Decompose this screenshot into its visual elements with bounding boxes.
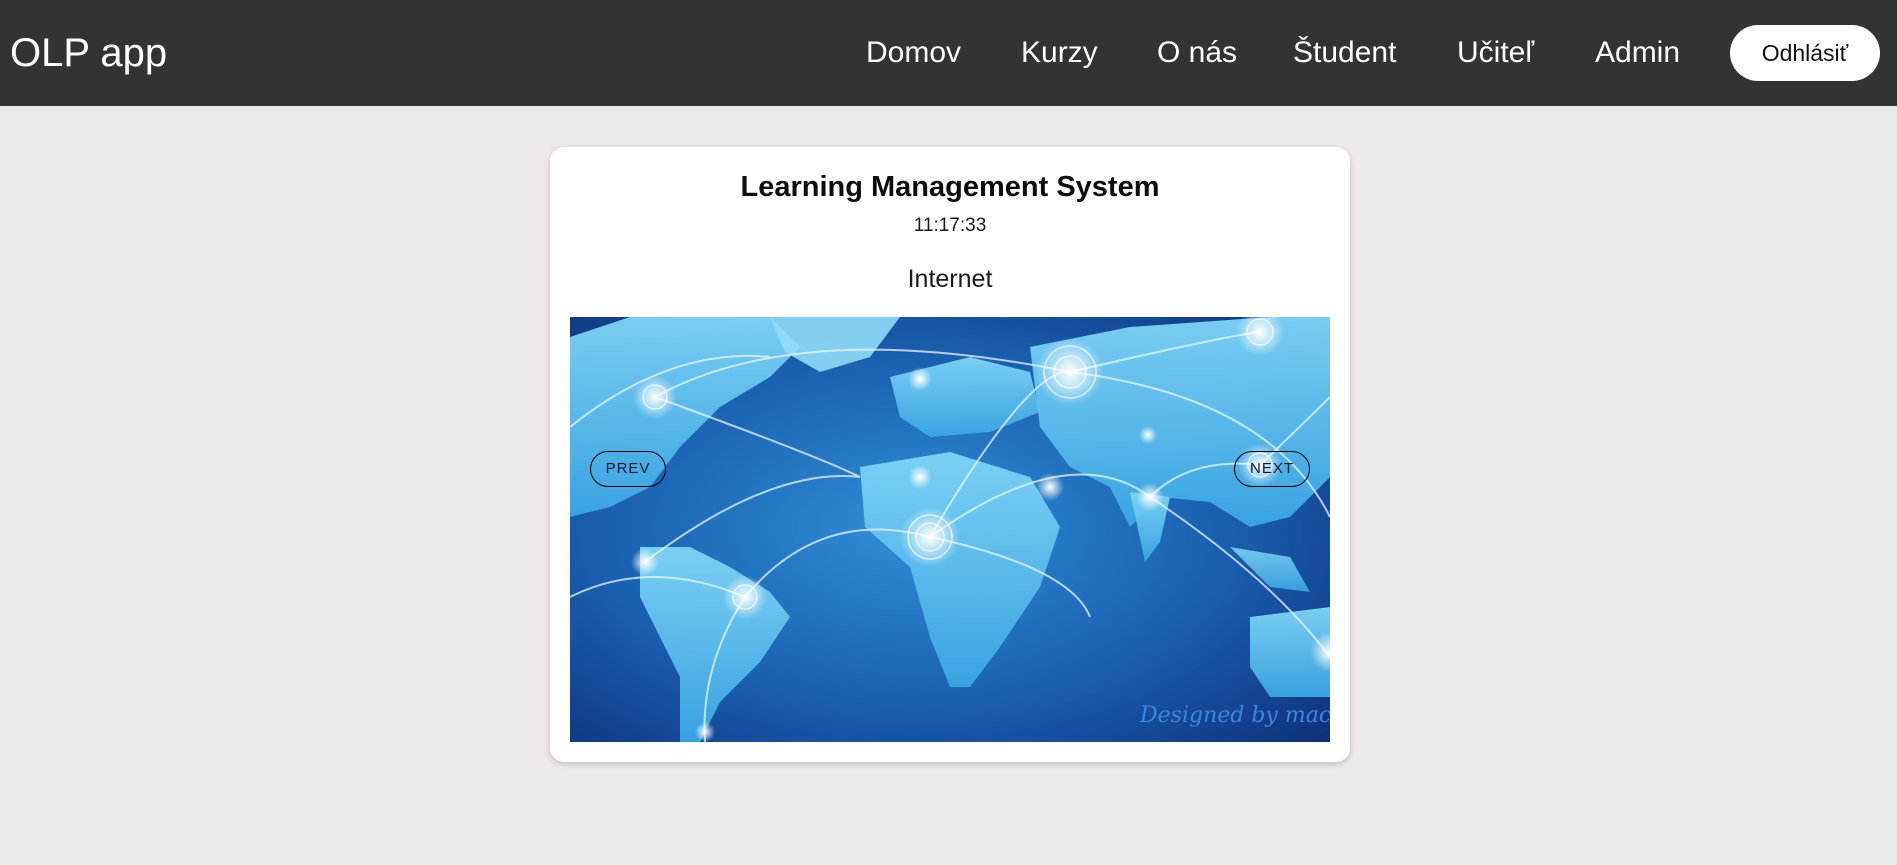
nav-link-ucitel[interactable]: Učiteľ <box>1457 36 1534 70</box>
brand-logo[interactable]: OLP app <box>10 30 167 76</box>
image-watermark: Designed by macrov <box>1140 703 1330 728</box>
clock-time: 11:17:33 <box>913 215 987 236</box>
nav-link-admin[interactable]: Admin <box>1595 36 1680 70</box>
slide-title: Internet <box>907 265 993 293</box>
nav-link-kurzy[interactable]: Kurzy <box>1021 36 1098 70</box>
nav-link-domov[interactable]: Domov <box>866 36 961 70</box>
world-network-map-image <box>570 317 1330 742</box>
carousel-prev-button[interactable]: PREV <box>590 451 666 487</box>
navbar: OLP app Domov Kurzy O nás Študent Učiteľ… <box>0 0 1897 106</box>
nav-link-student[interactable]: Študent <box>1293 36 1396 70</box>
carousel-next-button[interactable]: NEXT <box>1234 451 1310 487</box>
carousel-slide-image: Designed by macrov <box>570 317 1330 742</box>
course-card: Learning Management System 11:17:33 Inte… <box>550 147 1350 762</box>
page-title: Learning Management System <box>740 171 1160 203</box>
nav-link-o-nas[interactable]: O nás <box>1157 36 1237 70</box>
logout-button[interactable]: Odhlásiť <box>1730 25 1880 81</box>
